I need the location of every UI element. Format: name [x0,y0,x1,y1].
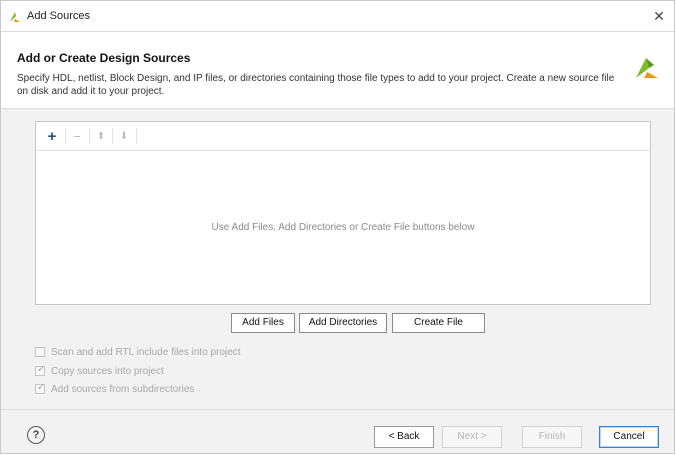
vivado-logo-icon [636,58,658,78]
checkbox[interactable]: ✓ [35,382,46,394]
title-bar: Add Sources ✕ [1,1,674,32]
page-description: Specify HDL, netlist, Block Design, and … [17,73,615,97]
checkbox[interactable] [35,347,45,357]
empty-list-message: Use Add Files, Add Directories or Create… [211,222,475,233]
toolbar-separator [136,129,137,143]
toolbar-separator [89,129,90,143]
add-files-button[interactable]: Add Files [231,313,295,333]
checkbox-label: Copy sources into project [51,365,164,377]
sources-list-panel: + − ⬆ ⬇ Use Add Files, Add Directories o… [35,121,651,305]
close-icon[interactable]: ✕ [650,7,668,25]
checkbox-label: Add sources from subdirectories [51,383,195,395]
option-copy-sources[interactable]: ✓ Copy sources into project [35,364,164,378]
option-add-subdirectories[interactable]: ✓ Add sources from subdirectories [35,382,194,396]
back-button[interactable]: < Back [374,426,434,448]
create-file-button[interactable]: Create File [392,313,485,333]
move-down-icon[interactable]: ⬇ [118,129,130,145]
wizard-header: Add or Create Design Sources Specify HDL… [1,32,674,109]
footer-divider [1,409,674,410]
sources-toolbar: + − ⬆ ⬇ [36,122,650,151]
next-button[interactable]: Next > [442,426,502,448]
toolbar-separator [112,129,113,143]
toolbar-separator [65,129,66,143]
help-icon[interactable]: ? [27,426,45,444]
page-title: Add or Create Design Sources [17,51,191,65]
remove-icon[interactable]: − [70,129,84,145]
vivado-app-icon [10,12,20,22]
window-title: Add Sources [27,10,90,22]
checkbox-label: Scan and add RTL include files into proj… [51,346,241,358]
checkmark-icon: ✓ [37,382,46,393]
cancel-button[interactable]: Cancel [599,426,659,448]
move-up-icon[interactable]: ⬆ [95,129,107,145]
add-directories-button[interactable]: Add Directories [299,313,387,333]
finish-button[interactable]: Finish [522,426,582,448]
option-scan-rtl-include[interactable]: Scan and add RTL include files into proj… [35,345,241,359]
checkmark-icon: ✓ [37,364,46,375]
add-icon[interactable]: + [44,129,60,145]
checkbox[interactable]: ✓ [35,364,46,376]
add-sources-dialog: Add Sources ✕ Add or Create Design Sourc… [0,0,675,454]
